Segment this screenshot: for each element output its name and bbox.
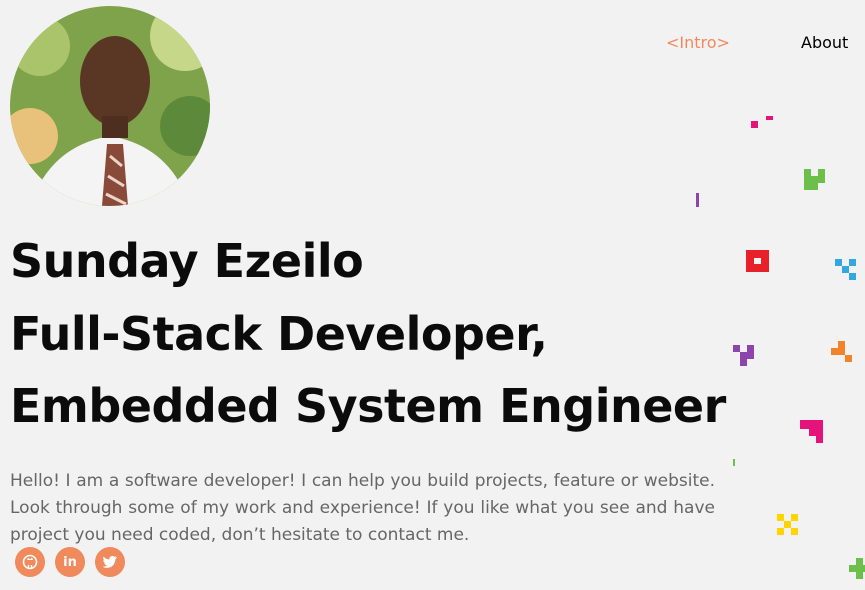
bio-text: Hello! I am a software developer! I can … bbox=[10, 471, 715, 545]
pixel-shape-yellow bbox=[777, 514, 798, 535]
linkedin-icon: in bbox=[63, 554, 77, 570]
pixel-shape-pink-1 bbox=[751, 116, 773, 128]
headline-role-2: Embedded System Engineer bbox=[10, 379, 726, 433]
profile-photo bbox=[10, 6, 210, 206]
pixel-shape-green-1 bbox=[804, 169, 825, 190]
nav-intro-link[interactable]: <Intro> bbox=[666, 33, 730, 52]
github-icon bbox=[22, 554, 38, 570]
pixel-shape-orange bbox=[831, 341, 852, 362]
pixel-shape-red bbox=[746, 250, 769, 272]
pixel-shape-pink-2 bbox=[800, 420, 823, 443]
github-button[interactable] bbox=[15, 547, 45, 577]
twitter-button[interactable] bbox=[95, 547, 125, 577]
pixel-shape-green-2 bbox=[849, 558, 865, 579]
pixel-shape-blue bbox=[835, 259, 856, 280]
social-links: in bbox=[15, 547, 125, 577]
pixel-shape-purple-line bbox=[696, 193, 699, 207]
linkedin-button[interactable]: in bbox=[55, 547, 85, 577]
twitter-icon bbox=[102, 555, 117, 568]
nav-about-link[interactable]: About bbox=[801, 33, 848, 52]
pixel-shape-green-dot bbox=[733, 459, 735, 466]
pixel-shape-purple bbox=[733, 345, 754, 366]
headline-role-1: Full-Stack Developer, bbox=[10, 307, 548, 361]
headline-name: Sunday Ezeilo bbox=[10, 234, 364, 288]
